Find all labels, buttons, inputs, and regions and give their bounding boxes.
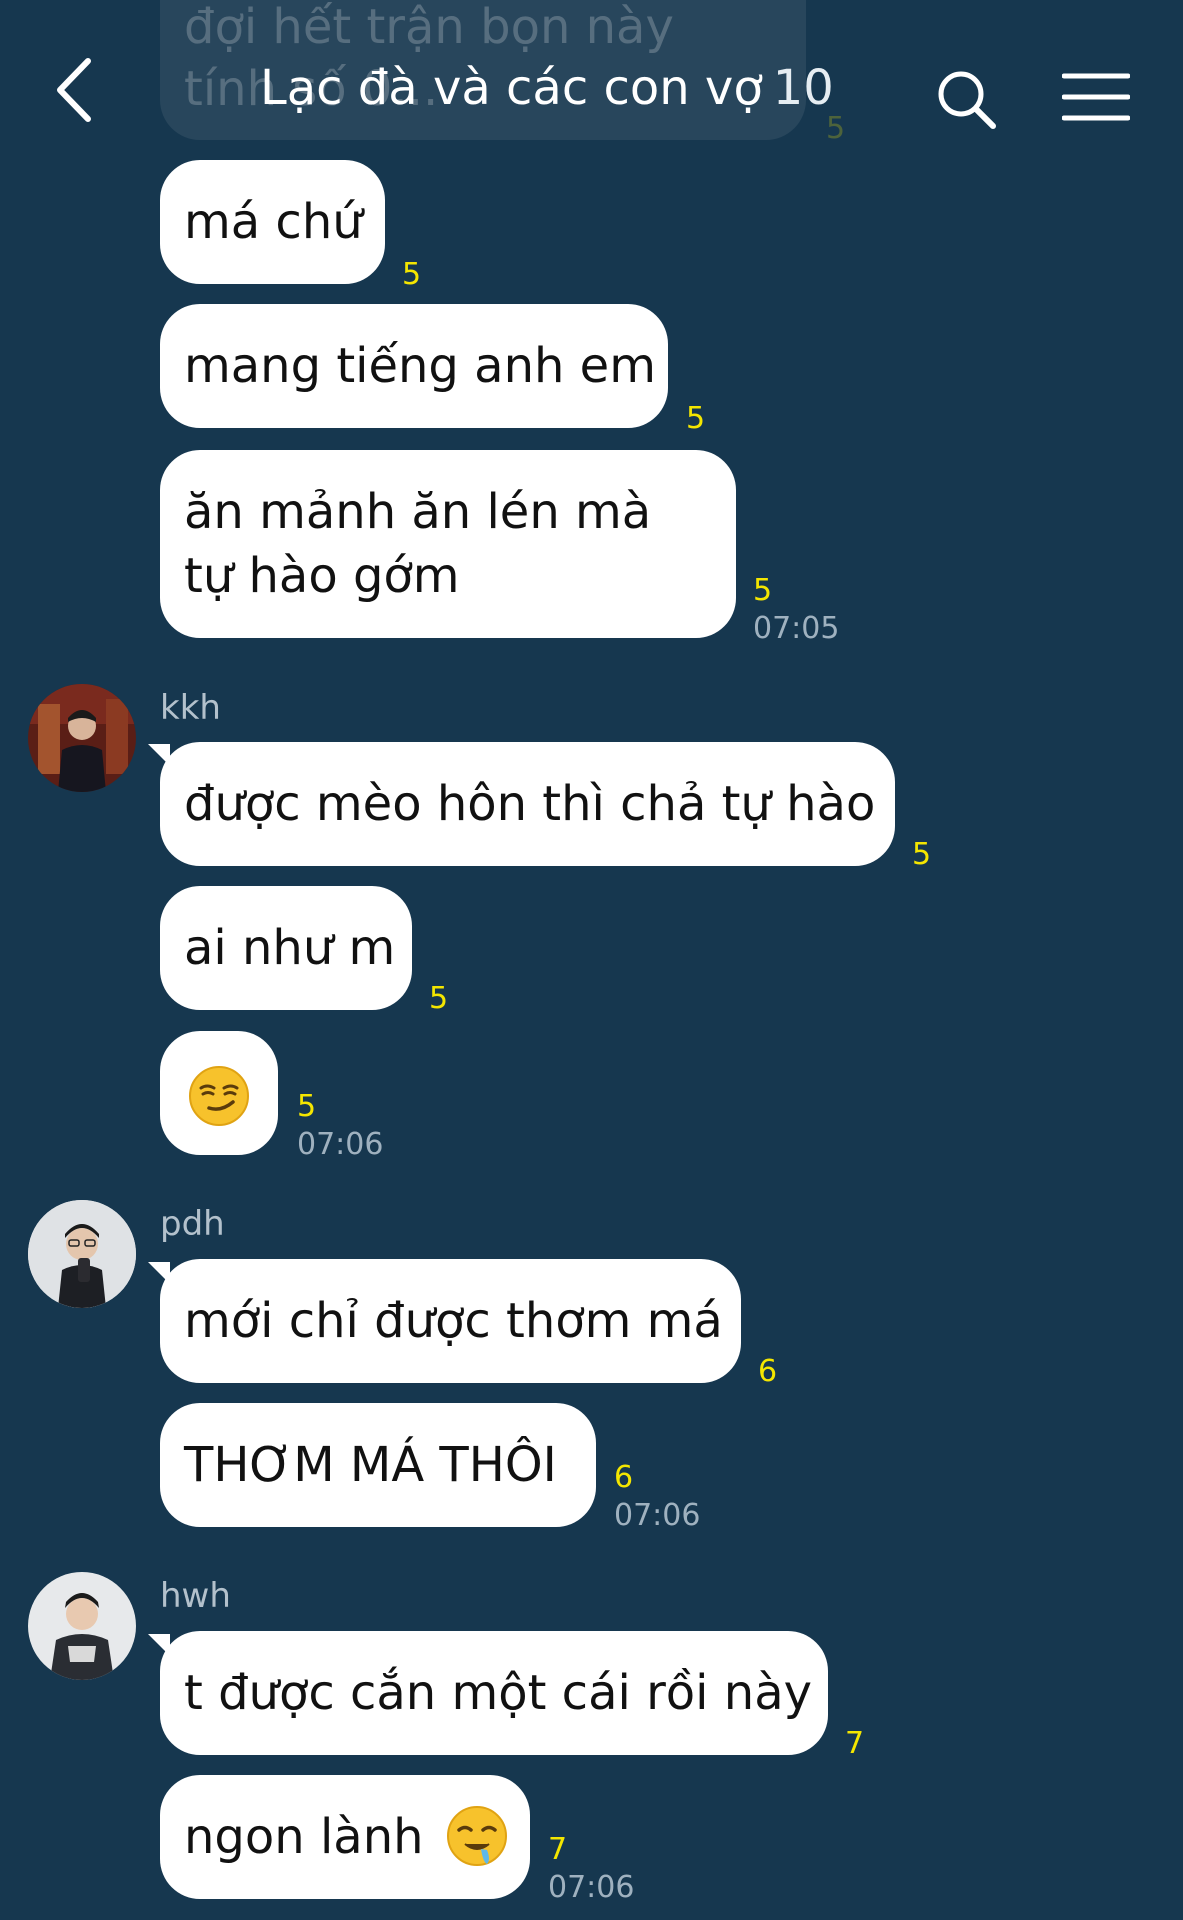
avatar-hwh[interactable] — [28, 1572, 136, 1680]
message-text: mới chỉ được thơm má — [184, 1293, 723, 1349]
avatar-photo — [28, 1200, 136, 1308]
search-button[interactable] — [935, 68, 999, 132]
message-text: THƠM MÁ THÔI — [184, 1437, 557, 1493]
message-timestamp: 07:05 — [753, 611, 840, 646]
message-text: mang tiếng anh em — [184, 338, 656, 394]
message-bubble[interactable]: THƠM MÁ THÔI — [160, 1403, 596, 1527]
message-text: ngon lành — [184, 1809, 424, 1865]
avatar-photo — [28, 684, 136, 792]
read-count: 5 — [753, 573, 773, 608]
read-count: 5 — [912, 837, 932, 872]
hamburger-menu-icon — [1061, 73, 1131, 121]
message-bubble[interactable]: t được cắn một cái rồi này — [160, 1631, 828, 1755]
message-timestamp: 07:06 — [297, 1127, 384, 1162]
message-bubble[interactable]: ăn mảnh ăn lén mà tự hào gớm — [160, 450, 736, 638]
drooling-emoji-icon — [446, 1806, 507, 1866]
read-count: 5 — [297, 1089, 317, 1124]
sender-name: hwh — [160, 1576, 231, 1616]
read-count: 5 — [402, 257, 422, 292]
avatar-photo — [28, 1572, 136, 1680]
smirk-emoji-icon — [189, 1066, 249, 1126]
group-name: Lạc đà và các con vợ — [260, 60, 763, 116]
avatar-pdh[interactable] — [28, 1200, 136, 1308]
read-count: 7 — [845, 1726, 865, 1761]
sender-name: pdh — [160, 1204, 225, 1244]
message-bubble[interactable]: mang tiếng anh em — [160, 304, 668, 428]
read-count: 6 — [614, 1460, 634, 1495]
read-count: 6 — [758, 1354, 778, 1389]
chat-title: Lạc đà và các con vợ 10 — [260, 56, 834, 120]
message-bubble[interactable]: mới chỉ được thơm má — [160, 1259, 741, 1383]
message-text: má chứ — [184, 194, 363, 250]
read-count: 7 — [548, 1832, 568, 1867]
message-bubble[interactable]: được mèo hôn thì chả tự hào — [160, 742, 895, 866]
chevron-left-icon — [57, 58, 91, 122]
menu-button[interactable] — [1061, 72, 1131, 122]
message-bubble-emoji[interactable] — [160, 1031, 278, 1155]
member-count: 10 — [772, 60, 834, 116]
message-bubble[interactable]: ai như m — [160, 886, 412, 1010]
message-text: ăn mảnh ăn lén mà tự hào gớm — [184, 484, 652, 604]
avatar-kkh[interactable] — [28, 684, 136, 792]
sender-name: kkh — [160, 688, 221, 728]
search-icon — [938, 71, 996, 129]
message-text: t được cắn một cái rồi này — [184, 1665, 813, 1721]
message-bubble[interactable]: má chứ — [160, 160, 385, 284]
chat-header: Lạc đà và các con vợ 10 — [0, 0, 1183, 170]
back-button[interactable] — [48, 55, 108, 125]
message-timestamp: 07:06 — [614, 1498, 701, 1533]
message-text: được mèo hôn thì chả tự hào — [184, 776, 876, 832]
message-text: ai như m — [184, 920, 396, 976]
message-bubble[interactable]: ngon lành — [160, 1775, 530, 1899]
read-count: 5 — [686, 401, 706, 436]
read-count: 5 — [429, 981, 449, 1016]
message-timestamp: 07:06 — [548, 1870, 635, 1905]
